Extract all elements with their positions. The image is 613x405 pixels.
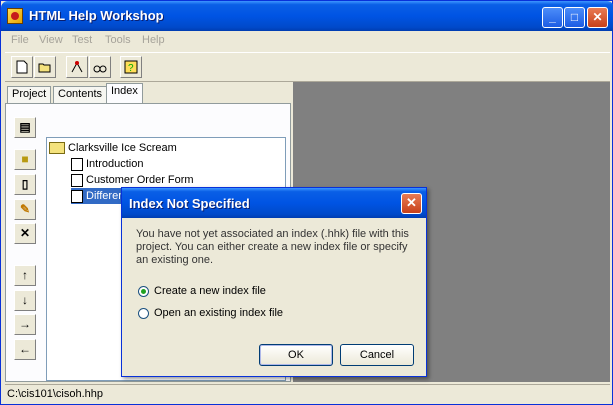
open-existing-index-radio[interactable]: Open an existing index file (138, 306, 283, 320)
window-title: HTML Help Workshop (29, 8, 164, 23)
app-icon[interactable] (7, 8, 23, 24)
move-left-button[interactable]: ← (14, 339, 36, 360)
index-not-specified-dialog: Index Not Specified ✕ You have not yet a… (121, 187, 427, 377)
menu-tools[interactable]: Tools (105, 34, 131, 46)
dialog-close-button[interactable]: ✕ (401, 193, 422, 214)
pencil-icon: ✎ (19, 202, 31, 216)
toolbar: ? (5, 52, 610, 82)
properties-button[interactable]: ▤ (14, 117, 36, 138)
folder-icon (49, 142, 65, 155)
compile-icon (71, 61, 83, 73)
page-icon: ▯ (21, 177, 29, 191)
new-button[interactable] (11, 56, 33, 78)
help-icon: ? (124, 60, 138, 74)
dialog-message: You have not yet associated an index (.h… (136, 228, 409, 266)
page-icon (71, 173, 83, 187)
tab-project[interactable]: Project (7, 86, 52, 103)
move-up-button[interactable]: ↑ (14, 265, 36, 286)
compile-button[interactable] (66, 56, 88, 78)
radio-empty-icon (138, 307, 149, 319)
dialog-title: Index Not Specified (129, 196, 250, 211)
open-icon (38, 63, 51, 73)
title-bar[interactable]: HTML Help Workshop _ □ ✕ (1, 1, 613, 31)
tab-contents[interactable]: Contents (53, 86, 108, 103)
help-button[interactable]: ? (120, 56, 142, 78)
new-icon (16, 60, 28, 74)
insert-keyword-button[interactable]: ■ (14, 149, 36, 170)
close-icon: ✕ (406, 195, 417, 210)
delete-icon: ✕ (19, 226, 31, 240)
tab-index[interactable]: Index (106, 83, 143, 104)
properties-icon: ▤ (19, 120, 31, 134)
status-bar: C:\cis101\cisoh.hhp (5, 384, 610, 403)
page-icon (71, 157, 83, 171)
arrow-left-icon: ← (19, 342, 31, 356)
insert-page-button[interactable]: ▯ (14, 174, 36, 195)
maximize-button[interactable]: □ (564, 7, 585, 28)
tree-root[interactable]: Clarksville Ice Scream (49, 140, 177, 156)
close-button[interactable]: ✕ (587, 7, 608, 28)
cancel-button[interactable]: Cancel (340, 344, 414, 366)
svg-text:?: ? (128, 63, 134, 74)
folder-icon: ■ (21, 152, 29, 166)
ok-button[interactable]: OK (259, 344, 333, 366)
move-right-button[interactable]: → (14, 314, 36, 335)
arrow-up-icon: ↑ (22, 268, 28, 282)
tree-item[interactable]: Customer Order Form (71, 172, 194, 188)
view-compiled-button[interactable] (89, 56, 111, 78)
arrow-right-icon: → (19, 317, 31, 331)
page-icon (71, 189, 83, 203)
create-new-index-radio[interactable]: Create a new index file (138, 284, 266, 298)
open-button[interactable] (34, 56, 56, 78)
status-path: C:\cis101\cisoh.hhp (7, 388, 103, 400)
dialog-title-bar[interactable]: Index Not Specified ✕ (122, 188, 426, 218)
menu-view[interactable]: View (39, 34, 63, 46)
menu-file[interactable]: File (11, 34, 29, 46)
menu-bar: File View Test Tools Help (5, 32, 610, 50)
menu-help[interactable]: Help (142, 34, 165, 46)
arrow-down-icon: ↓ (22, 293, 28, 307)
edit-button[interactable]: ✎ (14, 199, 36, 220)
view-compiled-icon (93, 65, 107, 73)
radio-selected-icon (138, 285, 149, 297)
minimize-button[interactable]: _ (542, 7, 563, 28)
menu-test[interactable]: Test (72, 34, 92, 46)
move-down-button[interactable]: ↓ (14, 290, 36, 311)
tree-item[interactable]: Introduction (71, 156, 143, 172)
delete-button[interactable]: ✕ (14, 223, 36, 244)
